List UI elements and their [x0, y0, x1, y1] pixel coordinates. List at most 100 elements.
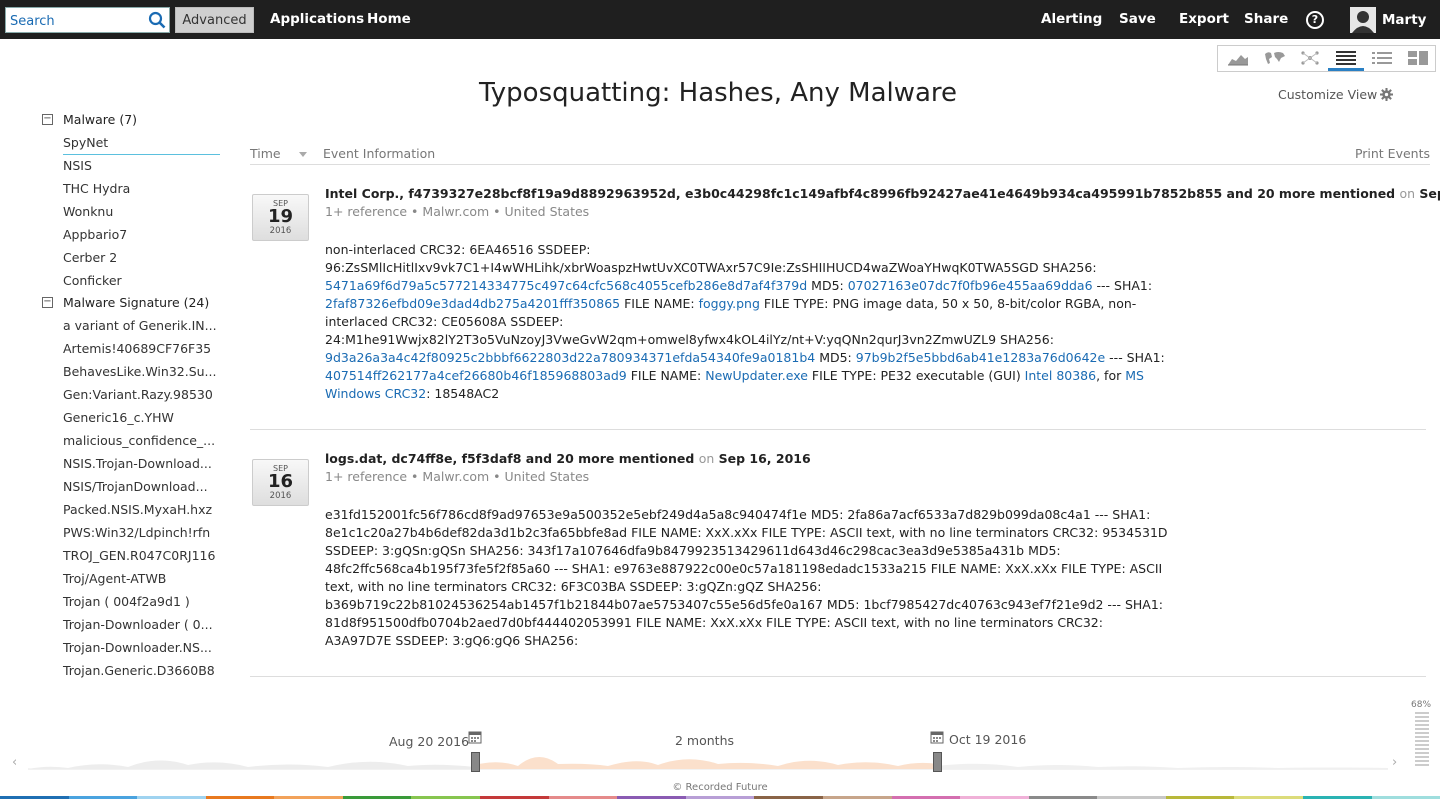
facet-item[interactable]: Gen:Variant.Razy.98530 [42, 384, 222, 407]
event-text-line: b369b719c22b81024536254ab1457f1b21844b07… [325, 596, 1163, 614]
facet-item[interactable]: Trojan.Generic.D3660B8 [42, 660, 222, 683]
facet-item[interactable]: NSIS/TrojanDownload... [42, 476, 222, 499]
facet-item[interactable]: SpyNet [42, 132, 222, 155]
search-box[interactable] [5, 7, 170, 33]
sort-arrow-icon[interactable] [299, 152, 307, 157]
entity-link[interactable]: 5471a69f6d79a5c577214334775c497c64cfc568… [325, 278, 807, 293]
entity-link[interactable]: 407514ff262177a4cef26680b46f185968803ad9 [325, 368, 627, 383]
customize-view-label: Customize View [1278, 87, 1378, 102]
simple-list-icon[interactable] [1364, 46, 1400, 71]
entity-link[interactable]: 07027163e07dc7f0fb96e455aa69dda6 [848, 278, 1093, 293]
world-map-icon[interactable] [1256, 46, 1292, 71]
facet-item[interactable]: Trojan-Downloader ( 0... [42, 614, 222, 637]
search-icon[interactable] [148, 11, 166, 29]
facet-item[interactable]: Appbario7 [42, 224, 222, 247]
facet-item[interactable]: Conficker [42, 270, 222, 293]
event-title-text[interactable]: Intel Corp., f4739327e28bcf8f19a9d889296… [325, 186, 1395, 201]
collapse-icon[interactable]: − [42, 114, 53, 125]
event-info-column: Event Information [323, 146, 436, 161]
timeline-end-date[interactable]: Oct 19 2016 [949, 732, 1026, 747]
date-day: 16 [267, 471, 294, 492]
share-button[interactable]: Share [1244, 11, 1288, 27]
facet-group-label[interactable]: Malware Signature (24) [63, 295, 209, 310]
facet-item[interactable]: malicious_confidence_... [42, 430, 222, 453]
grid-icon[interactable] [1400, 46, 1436, 71]
date-year: 2016 [269, 491, 292, 501]
facet-item[interactable]: Wonknu [42, 201, 222, 224]
facet-item[interactable]: Trojan-Downloader.NS... [42, 637, 222, 660]
alerting-button[interactable]: Alerting [1041, 11, 1102, 27]
sort-by-time[interactable]: Time [250, 146, 281, 161]
entity-link[interactable]: MS [1125, 368, 1144, 383]
event-source-line[interactable]: 1+ reference • Malwr.com • United States [325, 469, 589, 484]
timeline-start-handle[interactable] [471, 752, 480, 772]
entity-link[interactable]: NewUpdater.exe [705, 368, 808, 383]
event-text-line: 9d3a26a3a4c42f80925c2bbbf6622803d22a7809… [325, 349, 1165, 367]
export-button[interactable]: Export [1179, 11, 1229, 27]
facet-group-header[interactable]: − Malware (7) [42, 110, 222, 132]
facet-item[interactable]: Artemis!40689CF76F35 [42, 338, 222, 361]
event-text-line: non-interlaced CRC32: 6EA46516 SSDEEP: [325, 241, 1125, 259]
facet-group-label[interactable]: Malware (7) [63, 112, 137, 127]
event-title[interactable]: Intel Corp., f4739327e28bcf8f19a9d889296… [325, 186, 1440, 201]
facet-item[interactable]: Trojan ( 004f2a9d1 ) [42, 591, 222, 614]
timeline-right-arrow-icon[interactable]: › [1392, 755, 1397, 770]
event-source-line[interactable]: 1+ reference • Malwr.com • United States [325, 204, 589, 219]
facet-item[interactable]: NSIS [42, 155, 222, 178]
facet-item-label: Conficker [63, 273, 122, 288]
advanced-search-button[interactable]: Advanced [175, 7, 254, 33]
timeline-zoom-slider[interactable] [1415, 712, 1429, 768]
timeline-chart[interactable] [28, 745, 1388, 773]
save-button[interactable]: Save [1119, 11, 1156, 27]
facet-item[interactable]: a variant of Generik.IN... [42, 315, 222, 338]
event-title-text[interactable]: logs.dat, dc74ff8e, f5f3daf8 and 20 more… [325, 451, 694, 466]
entity-link[interactable]: 2faf87326efbd09e3dad4db275a4201fff350865 [325, 296, 620, 311]
timeline-start-date[interactable]: Aug 20 2016 [389, 734, 469, 749]
facet-item-label: NSIS.Trojan-Download... [63, 456, 212, 471]
entity-link[interactable]: foggy.png [699, 296, 760, 311]
user-name[interactable]: Marty [1382, 12, 1426, 28]
facet-item[interactable]: Generic16_c.YHW [42, 407, 222, 430]
facet-item[interactable]: Troj/Agent-ATWB [42, 568, 222, 591]
calendar-icon[interactable] [468, 730, 482, 744]
event-text-line: e31fd152001fc56f786cd8f9ad97653e9a500352… [325, 506, 1150, 524]
nav-applications[interactable]: Applications [270, 11, 364, 27]
collapse-icon[interactable]: − [42, 297, 53, 308]
entity-link[interactable]: 9d3a26a3a4c42f80925c2bbbf6622803d22a7809… [325, 350, 815, 365]
event-text-line: 48fc2ffc568ca4b195f73fe5f2f85a60 --- SHA… [325, 560, 1162, 578]
facet-item[interactable]: PWS:Win32/Ldpinch!rfn [42, 522, 222, 545]
entity-link[interactable]: Intel 80386 [1025, 368, 1096, 383]
facet-item[interactable]: TROJ_GEN.R047C0RJ116 [42, 545, 222, 568]
customize-view-button[interactable]: Customize View [1278, 87, 1394, 102]
help-icon[interactable]: ? [1306, 11, 1324, 29]
detail-list-icon[interactable] [1328, 46, 1364, 71]
event-text: --- SHA1: [1105, 350, 1165, 365]
nav-home[interactable]: Home [367, 11, 411, 27]
page-title: Typosquatting: Hashes, Any Malware [478, 78, 958, 108]
calendar-icon[interactable] [930, 730, 944, 744]
user-avatar[interactable] [1350, 7, 1376, 33]
facet-item[interactable]: THC Hydra [42, 178, 222, 201]
event-title[interactable]: logs.dat, dc74ff8e, f5f3daf8 and 20 more… [325, 451, 1425, 466]
event-title-date: Sep 16, 2016 [718, 451, 811, 466]
facet-group-header[interactable]: − Malware Signature (24) [42, 293, 222, 315]
facet-item-label: NSIS/TrojanDownload... [63, 479, 208, 494]
event-item: SEP 19 2016 Intel Corp., f4739327e28bcf8… [250, 186, 1440, 430]
network-icon[interactable] [1292, 46, 1328, 71]
event-text-line: 2faf87326efbd09e3dad4db275a4201fff350865… [325, 295, 1136, 313]
facet-item[interactable]: BehavesLike.Win32.Su... [42, 361, 222, 384]
print-events-button[interactable]: Print Events [1355, 146, 1430, 161]
entity-link[interactable]: 97b9b2f5e5bbd6ab41e1283a76d0642e [856, 350, 1105, 365]
facet-item-label: TROJ_GEN.R047C0RJ116 [63, 548, 216, 563]
view-switcher [1217, 45, 1436, 72]
timeline-end-handle[interactable] [933, 752, 942, 772]
area-chart-icon[interactable] [1220, 46, 1256, 71]
facet-item[interactable]: NSIS.Trojan-Download... [42, 453, 222, 476]
event-text: MD5: [815, 350, 856, 365]
search-input[interactable] [10, 12, 146, 30]
entity-link[interactable]: Windows CRC32 [325, 386, 426, 401]
facet-item[interactable]: Cerber 2 [42, 247, 222, 270]
facet-item[interactable]: Packed.NSIS.MyxaH.hxz [42, 499, 222, 522]
timeline-left-arrow-icon[interactable]: ‹ [12, 755, 17, 770]
event-text: FILE TYPE: PE32 executable (GUI) [807, 368, 1025, 383]
